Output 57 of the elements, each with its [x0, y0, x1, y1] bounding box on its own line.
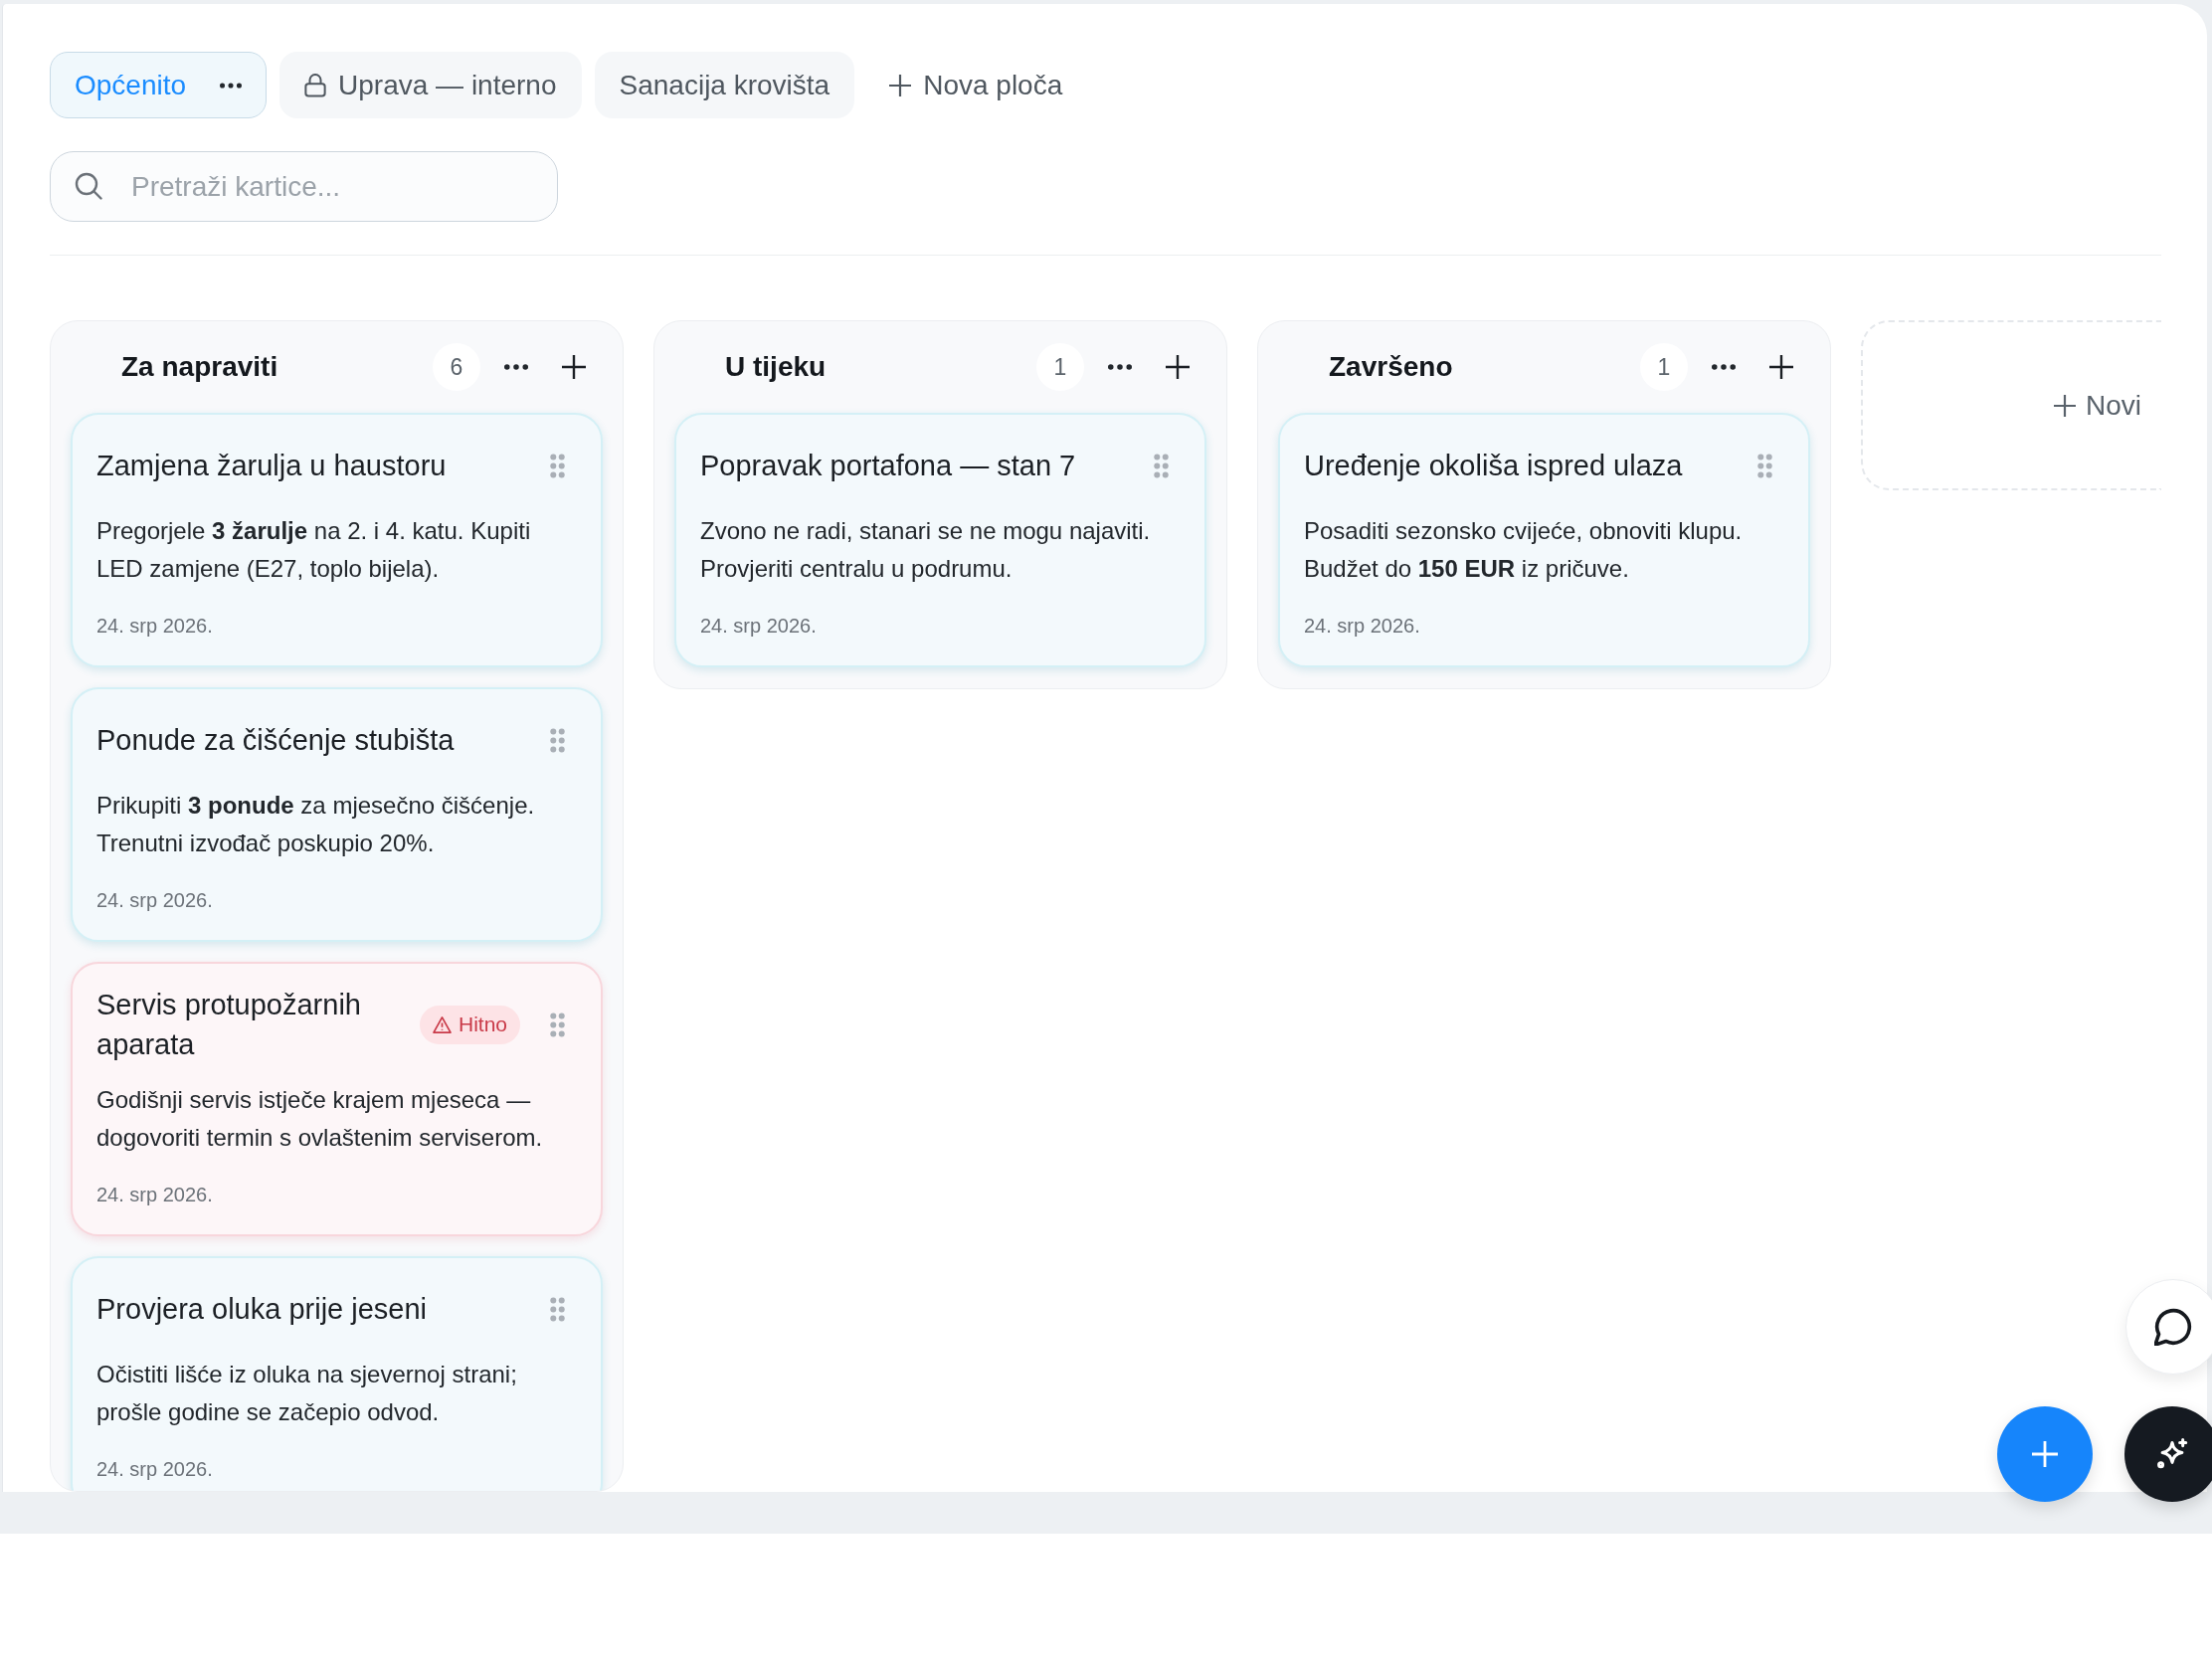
more-icon[interactable] — [504, 364, 528, 370]
card-title: Uređenje okoliša ispred ulaza — [1304, 449, 1684, 483]
card-date: 24. srp 2026. — [700, 614, 818, 639]
card-description: Očistiti lišće iz oluka na sjevernoj strani; prošle godine se začepio odvod. — [96, 1360, 518, 1427]
drag-handle-icon[interactable] — [1757, 453, 1772, 478]
card-title: Servis protupožarnih aparata — [96, 988, 362, 1062]
task-card[interactable]: Zamjena žarulja u haustoru Pregorjele 3 žarulje na 2. i 4. katu. Kupiti LED zamjene (E27, toplo bijela). 24. srp 2026. — [71, 413, 603, 667]
card-date: 24. srp 2026. — [96, 888, 214, 913]
card-description: Godišnji servis istječe krajem mjeseca — dogovoriti termin s ovlaštenim serviserom. — [96, 1085, 544, 1153]
card-date: 24. srp 2026. — [96, 1457, 214, 1482]
card-title: Ponude za čišćenje stubišta — [96, 723, 456, 758]
search-icon — [75, 172, 102, 200]
column-title: Za napraviti — [121, 350, 279, 384]
card-count: 1 — [1640, 343, 1688, 391]
task-card[interactable]: Uređenje okoliša ispred ulaza Posaditi sezonsko cvijeće, obnoviti klupu. Budžet do 150 EUR iz pričuve. 24. srp 2026. — [1278, 413, 1810, 667]
task-card[interactable]: Ponude za čišćenje stubišta Prikupiti 3 ponude za mjesečno čišćenje. Trenutni izvođač poskupio 20%. 24. srp 2026. — [71, 687, 603, 942]
plus-icon — [2032, 1441, 2058, 1467]
chat-icon — [2154, 1308, 2192, 1346]
card-description: Pregorjele 3 žarulje na 2. i 4. katu. Kupiti LED zamjene (E27, toplo bijela). — [96, 516, 532, 584]
drag-handle-icon[interactable] — [550, 453, 565, 478]
card-count: 1 — [1036, 343, 1084, 391]
board-tab[interactable]: Sanacija krovišta — [594, 52, 855, 118]
plus-icon[interactable] — [1769, 355, 1793, 379]
sparkle-icon — [2156, 1438, 2188, 1470]
drag-handle-icon[interactable] — [550, 1296, 565, 1322]
more-icon[interactable] — [1108, 364, 1132, 370]
plus-icon — [889, 74, 912, 96]
new-board-button[interactable]: Nova ploča — [867, 52, 1085, 118]
tag-label: Hitno — [458, 1012, 507, 1038]
task-card[interactable]: Provjera oluka prije jeseni Očistiti lišće iz oluka na sjevernoj strani; prošle godine se začepio odvod. 24. srp 2026. — [71, 1256, 603, 1491]
drag-handle-icon[interactable] — [550, 1012, 565, 1037]
plus-icon[interactable] — [562, 355, 586, 379]
card-title: Provjera oluka prije jeseni — [96, 1292, 429, 1327]
lock-icon — [304, 73, 327, 97]
column-title: Završeno — [1329, 350, 1454, 384]
card-count: 6 — [433, 343, 480, 391]
card-date: 24. srp 2026. — [1304, 614, 1421, 639]
card-description: Zvono ne radi, stanari se ne mogu najaviti. Provjeriti centralu u podrumu. — [700, 516, 1152, 584]
card-description: Posaditi sezonsko cvijeće, obnoviti klupu. Budžet do 150 EUR iz pričuve. — [1304, 516, 1744, 584]
more-icon[interactable] — [220, 82, 243, 89]
card-date: 24. srp 2026. — [96, 1183, 214, 1207]
column-title: U tijeku — [725, 350, 828, 384]
search-field[interactable]: Pretraži kartice... — [50, 151, 558, 222]
card-title: Zamjena žarulja u haustoru — [96, 449, 448, 483]
task-card[interactable]: Popravak portafona — stan 7 Zvono ne radi, stanari se ne mogu najaviti. Provjeriti centralu u podrumu. 24. srp 2026. — [674, 413, 1206, 667]
plus-icon[interactable] — [1166, 355, 1190, 379]
task-card[interactable]: Servis protupožarnih aparata Hitno Godišnji servis istječe krajem mjeseca — dogovoriti termin s ovlaštenim serviserom. 24. srp 2026. — [71, 962, 603, 1236]
plus-icon — [2054, 394, 2076, 417]
card-title: Popravak portafona — stan 7 — [700, 449, 1077, 483]
warning-icon — [432, 1015, 452, 1033]
more-icon[interactable] — [1712, 364, 1736, 370]
add-column-button[interactable]: Novi — [1861, 320, 2161, 490]
card-description: Prikupiti 3 ponude za mjesečno čišćenje. Trenutni izvođač poskupio 20%. — [96, 791, 536, 858]
drag-handle-icon[interactable] — [550, 727, 565, 753]
card-date: 24. srp 2026. — [96, 614, 214, 639]
board-tab[interactable]: Uprava — interno — [279, 52, 582, 118]
drag-handle-icon[interactable] — [1154, 453, 1169, 478]
